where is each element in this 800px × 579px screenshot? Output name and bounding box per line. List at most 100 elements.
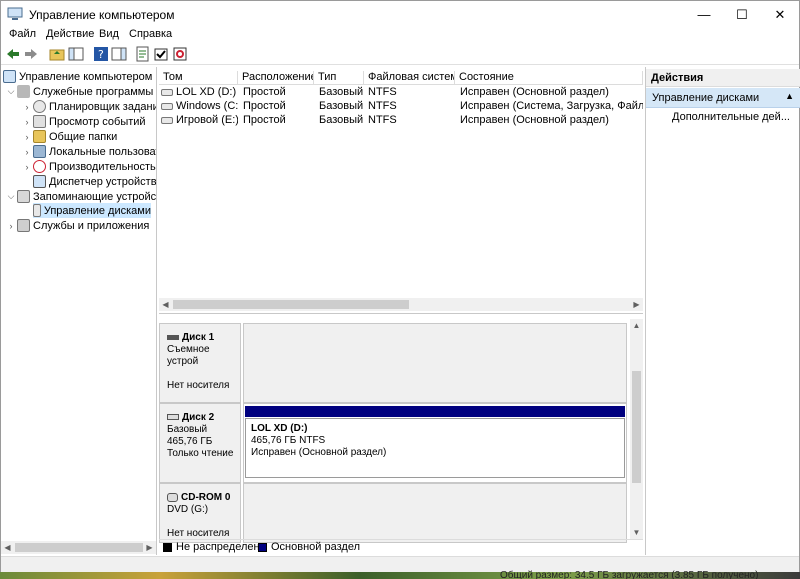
tree-item-local-users[interactable]: › Локальные пользовате [21, 144, 157, 159]
chevron-right-icon[interactable]: › [21, 102, 33, 112]
back-arrow-icon[interactable] [5, 46, 21, 62]
menu-file[interactable]: Файл [9, 28, 36, 40]
performance-icon [33, 160, 46, 173]
volume-filesystem: NTFS [368, 86, 397, 98]
more-actions-label: Дополнительные дей... [672, 111, 790, 123]
column-header-volume[interactable]: Том [159, 71, 238, 85]
legend-unallocated: Не распределена [176, 541, 266, 553]
forward-arrow-icon[interactable] [23, 46, 39, 62]
column-header-status[interactable]: Состояние [455, 71, 643, 85]
show-action-pane-icon[interactable] [111, 46, 127, 62]
tree-item-device-manager[interactable]: Диспетчер устройств [33, 174, 156, 189]
tree-horizontal-scrollbar[interactable]: ◀ ▶ [1, 541, 156, 554]
properties-icon[interactable] [135, 46, 151, 62]
chevron-down-icon[interactable]: ⌵ [5, 191, 17, 202]
partition-size: 465,76 ГБ NTFS [251, 435, 326, 446]
chevron-right-icon[interactable]: › [21, 162, 33, 172]
column-header-type[interactable]: Тип [314, 71, 364, 85]
help-icon[interactable]: ? [93, 46, 109, 62]
more-actions-link[interactable]: Дополнительные дей... ▶ [672, 111, 800, 123]
menu-help[interactable]: Справка [129, 28, 172, 40]
navigation-tree: Управление компьютером (л ⌵ Служебные пр… [1, 67, 157, 555]
disk-size [167, 368, 240, 380]
volume-layout: Простой [243, 114, 286, 126]
volume-row[interactable]: Windows (C:) Простой Базовый NTFS Исправ… [159, 100, 643, 114]
partition-d[interactable]: LOL XD (D:) 465,76 ГБ NTFS Исправен (Осн… [245, 418, 625, 478]
scrollbar-thumb[interactable] [173, 300, 409, 309]
cdrom-icon [167, 492, 178, 502]
actions-section-disk-management[interactable]: Управление дисками ▲ [646, 88, 800, 108]
drive-icon [161, 116, 173, 124]
tree-item-services[interactable]: › Службы и приложения [5, 218, 149, 233]
drive-icon [161, 88, 173, 96]
close-button[interactable]: ✕ [763, 1, 797, 28]
disk-name: CD-ROM 0 [181, 492, 231, 503]
volume-list: Том Расположение Тип Файловая система Со… [159, 67, 643, 314]
tree-item-label: Локальные пользовате [49, 145, 157, 158]
tree-item-system-tools[interactable]: ⌵ Служебные программы [5, 84, 153, 99]
disk-size: 465,76 ГБ [167, 436, 213, 447]
chevron-down-icon[interactable]: ⌵ [5, 86, 17, 97]
chevron-right-icon[interactable]: › [21, 132, 33, 142]
chevron-right-icon[interactable]: › [21, 147, 33, 157]
scroll-up-icon[interactable]: ▲ [630, 319, 643, 332]
menu-action[interactable]: Действие [46, 28, 94, 40]
chevron-right-icon[interactable]: › [21, 117, 33, 127]
collapse-arrow-icon[interactable]: ▲ [785, 91, 794, 101]
disk-1-area[interactable] [243, 323, 627, 403]
legend-primary-partition: Основной раздел [271, 541, 360, 553]
scrollbar-thumb[interactable] [15, 543, 143, 552]
disk-1-label[interactable]: Диск 1 Съемное устрой Нет носителя [159, 323, 241, 403]
volume-list-horizontal-scrollbar[interactable]: ◀ ▶ [159, 298, 643, 311]
shared-folder-icon [33, 130, 46, 143]
cdrom-0-area[interactable] [243, 483, 627, 543]
window-title: Управление компьютером [29, 8, 175, 22]
scroll-left-icon[interactable]: ◀ [159, 298, 172, 311]
disk-view-vertical-scrollbar[interactable]: ▲ ▼ [630, 319, 643, 539]
volume-name: Игровой (E:) [176, 114, 238, 126]
tree-item-storage[interactable]: ⌵ Запоминающие устройств [5, 189, 156, 204]
actions-section-label: Управление дисками [652, 92, 760, 104]
scroll-down-icon[interactable]: ▼ [630, 526, 643, 539]
scroll-right-icon[interactable]: ▶ [630, 298, 643, 311]
tree-item-label: Службы и приложения [33, 219, 150, 232]
tree-root[interactable]: Управление компьютером (л [3, 69, 157, 84]
partition-label: LOL XD (D:) [251, 423, 308, 434]
minimize-button[interactable]: — [687, 1, 721, 28]
chevron-right-icon[interactable]: › [5, 221, 17, 231]
column-header-layout[interactable]: Расположение [238, 71, 314, 85]
tree-root-label: Управление компьютером (л [19, 70, 157, 83]
tree-item-event-viewer[interactable]: › Просмотр событий [21, 114, 146, 129]
volume-filesystem: NTFS [368, 100, 397, 112]
tree-item-task-scheduler[interactable]: › Планировщик заданий [21, 99, 157, 114]
volume-row[interactable]: LOL XD (D:) Простой Базовый NTFS Исправе… [159, 86, 643, 100]
volume-row[interactable]: Игровой (E:) Простой Базовый NTFS Исправ… [159, 114, 643, 128]
background-window-text: Общий размер: 34.5 ГБ загружается (3.85 … [500, 570, 759, 579]
title-bar: Управление компьютером — ☐ ✕ [1, 1, 799, 28]
maximize-button[interactable]: ☐ [725, 1, 759, 28]
column-header-filesystem[interactable]: Файловая система [364, 71, 455, 85]
menu-view[interactable]: Вид [99, 28, 119, 40]
settings-check-icon[interactable] [153, 46, 169, 62]
tree-item-label: Планировщик заданий [49, 100, 157, 113]
actions-header: Действия [646, 69, 800, 87]
partition-status: Исправен (Основной раздел) [251, 447, 387, 458]
show-hide-tree-icon[interactable] [68, 46, 84, 62]
scrollbar-thumb[interactable] [632, 371, 641, 483]
tree-item-shared-folders[interactable]: › Общие папки [21, 129, 117, 144]
refresh-icon[interactable] [172, 46, 188, 62]
computer-icon [3, 70, 16, 83]
scroll-right-icon[interactable]: ▶ [143, 541, 156, 554]
disk-2-label[interactable]: Диск 2 Базовый 465,76 ГБ Только чтение [159, 403, 241, 483]
volume-name: Windows (C:) [176, 100, 238, 112]
cdrom-0-label[interactable]: CD-ROM 0 DVD (G:) Нет носителя [159, 483, 241, 543]
volume-status: Исправен (Основной раздел) [460, 114, 609, 126]
drive-icon [161, 102, 173, 110]
tree-item-performance[interactable]: › Производительность [21, 159, 156, 174]
tree-item-label: Служебные программы [33, 85, 154, 98]
volume-type: Базовый [319, 114, 364, 126]
scroll-left-icon[interactable]: ◀ [1, 541, 14, 554]
toolbar: ? [1, 44, 799, 65]
tree-item-disk-management[interactable]: Управление дисками [33, 203, 151, 218]
up-folder-icon[interactable] [49, 46, 65, 62]
